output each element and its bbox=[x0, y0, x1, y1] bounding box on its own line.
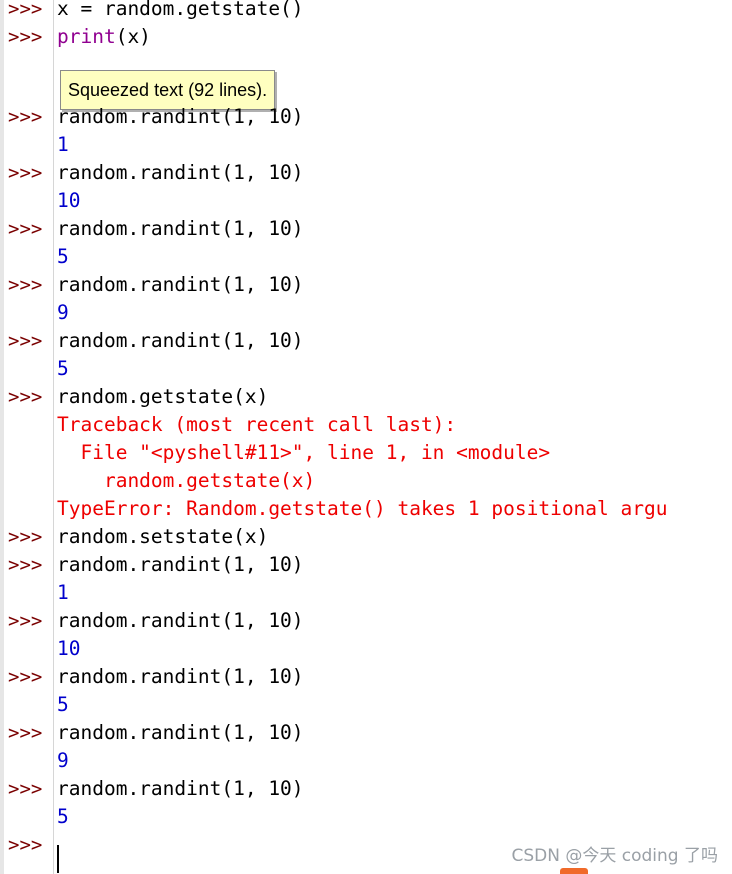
prompt-marker: >>> bbox=[8, 722, 43, 744]
error-text: File "<pyshell#11>", line 1, in <module> bbox=[57, 441, 551, 464]
output-value: 10 bbox=[57, 637, 81, 660]
input-code: random.getstate(x) bbox=[57, 385, 269, 408]
prompt-marker: >>> bbox=[8, 386, 43, 408]
output-value: 9 bbox=[57, 749, 69, 772]
input-code: random.randint(1, 10) bbox=[57, 721, 304, 744]
text-cursor bbox=[57, 845, 59, 873]
output-value: 1 bbox=[57, 581, 69, 604]
input-code: random.randint(1, 10) bbox=[57, 609, 304, 632]
prompt-marker: >>> bbox=[8, 26, 43, 48]
input-code: x = random.getstate() bbox=[57, 0, 304, 20]
error-text: random.getstate(x) bbox=[57, 469, 316, 492]
output-value: 5 bbox=[57, 805, 69, 828]
output-value: 5 bbox=[57, 245, 69, 268]
csdn-watermark: CSDN @今天 coding 了吗 bbox=[511, 846, 718, 866]
window-left-edge bbox=[0, 0, 4, 874]
input-code: random.randint(1, 10) bbox=[57, 105, 304, 128]
prompt-marker: >>> bbox=[8, 610, 43, 632]
output-value: 10 bbox=[57, 189, 81, 212]
builtin-keyword: print bbox=[57, 25, 116, 48]
output-value: 9 bbox=[57, 301, 69, 324]
error-text: Traceback (most recent call last): bbox=[57, 413, 457, 436]
prompt-marker: >>> bbox=[8, 218, 43, 240]
prompt-marker: >>> bbox=[8, 162, 43, 184]
input-code: random.randint(1, 10) bbox=[57, 161, 304, 184]
prompt-marker: >>> bbox=[8, 0, 43, 20]
input-code: random.randint(1, 10) bbox=[57, 217, 304, 240]
prompt-marker: >>> bbox=[8, 106, 43, 128]
input-code: random.randint(1, 10) bbox=[57, 273, 304, 296]
gutter-divider bbox=[53, 0, 54, 874]
code-arguments: (x) bbox=[115, 25, 151, 48]
prompt-marker: >>> bbox=[8, 330, 43, 352]
prompt-marker: >>> bbox=[8, 834, 43, 856]
input-code: print(x) bbox=[57, 23, 151, 51]
input-code: random.randint(1, 10) bbox=[57, 329, 304, 352]
output-value: 5 bbox=[57, 357, 69, 380]
prompt-marker: >>> bbox=[8, 554, 43, 576]
orange-corner-mark bbox=[560, 868, 588, 874]
prompt-marker: >>> bbox=[8, 778, 43, 800]
prompt-marker: >>> bbox=[8, 526, 43, 548]
input-code: random.setstate(x) bbox=[57, 525, 269, 548]
prompt-marker: >>> bbox=[8, 666, 43, 688]
input-code: random.randint(1, 10) bbox=[57, 665, 304, 688]
output-value: 1 bbox=[57, 133, 69, 156]
python-idle-shell[interactable]: >>>>>>x = random.getstate()>>>print(x)Sq… bbox=[0, 0, 732, 874]
error-text: TypeError: Random.getstate() takes 1 pos… bbox=[57, 497, 668, 520]
input-code: random.randint(1, 10) bbox=[57, 553, 304, 576]
output-value: 5 bbox=[57, 693, 69, 716]
prompt-marker: >>> bbox=[8, 274, 43, 296]
input-code: random.randint(1, 10) bbox=[57, 777, 304, 800]
